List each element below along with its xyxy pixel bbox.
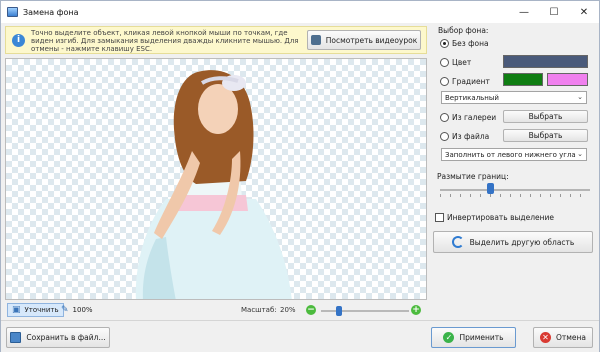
option-file[interactable]: Из файла — [440, 130, 489, 142]
radio-file[interactable] — [440, 131, 449, 141]
apply-label: Применить — [459, 333, 504, 342]
gradient-color-2[interactable] — [547, 73, 588, 86]
zoom-out-button[interactable]: − — [306, 305, 316, 315]
option-color[interactable]: Цвет — [440, 56, 471, 68]
face — [198, 84, 238, 134]
gradient-direction-value: Вертикальный — [445, 93, 499, 102]
save-to-file-button[interactable]: Сохранить в файл... — [6, 327, 110, 348]
dialog-footer: Сохранить в файл... ✓ Применить ✕ Отмена — [1, 320, 599, 352]
brush-icon: ▣ — [12, 305, 21, 315]
watch-video-label: Посмотреть видеоурок — [325, 35, 418, 45]
pencil-icon: ✎ — [61, 305, 69, 315]
image-canvas[interactable] — [5, 58, 427, 300]
cancel-label: Отмена — [555, 333, 587, 342]
pink-sash — [178, 195, 248, 211]
checkmark-icon: ✓ — [443, 332, 455, 343]
option-gradient[interactable]: Градиент — [440, 75, 490, 87]
background-heading: Выбор фона: — [438, 26, 489, 35]
feather-value: 100% — [72, 306, 93, 314]
option-no-background-label: Без фона — [452, 38, 489, 48]
refresh-icon — [451, 236, 464, 248]
refine-label: Уточнить — [24, 306, 59, 314]
gradient-direction-select[interactable]: Вертикальный ⌄ — [441, 91, 587, 104]
info-icon: i — [12, 34, 25, 47]
background-replace-dialog: Замена фона — ☐ ✕ i Точно выделите объек… — [0, 0, 600, 352]
floppy-disk-icon — [10, 332, 22, 343]
radio-color[interactable] — [440, 57, 449, 67]
background-settings-panel: Выбор фона: Без фона Цвет Градиент Верти… — [432, 19, 599, 319]
zoom-slider-track[interactable] — [321, 310, 409, 312]
chevron-down-icon: ⌄ — [577, 93, 583, 101]
girl-photo — [135, 70, 292, 299]
info-text: Точно выделите объект, кликая левой кноп… — [31, 29, 299, 54]
zoom-in-button[interactable]: + — [411, 305, 421, 315]
select-other-area-button[interactable]: Выделить другую область — [433, 231, 593, 253]
info-bar: i Точно выделите объект, кликая левой кн… — [5, 26, 427, 54]
app-icon — [7, 7, 18, 17]
zoom-slider-thumb[interactable] — [336, 306, 342, 316]
gradient-color-1[interactable] — [503, 73, 543, 86]
window-title: Замена фона — [23, 7, 79, 17]
apply-button[interactable]: ✓ Применить — [431, 327, 516, 348]
gallery-choose-button[interactable]: Выбрать — [503, 110, 588, 123]
fill-mode-value: Заполнить от левого нижнего угла — [445, 150, 576, 159]
option-gradient-label: Градиент — [452, 76, 490, 86]
save-to-file-label: Сохранить в файл... — [26, 333, 106, 342]
edge-blur-slider-thumb[interactable] — [487, 183, 494, 194]
option-gallery[interactable]: Из галереи — [440, 111, 496, 123]
select-other-area-label: Выделить другую область — [469, 237, 575, 247]
zoom-label: Масштаб: — [241, 306, 277, 314]
watch-video-button[interactable]: Посмотреть видеоурок — [307, 30, 421, 50]
webcam-icon — [310, 35, 321, 45]
zoom-value: 20% — [280, 306, 296, 314]
refine-tool-button[interactable]: ▣ Уточнить — [7, 303, 64, 317]
edge-blur-label: Размытие границ: — [437, 172, 509, 181]
edge-blur-slider-ticks — [440, 194, 590, 197]
option-file-label: Из файла — [452, 131, 490, 141]
chevron-down-icon: ⌄ — [577, 150, 583, 158]
radio-gallery[interactable] — [440, 112, 449, 122]
cancel-icon: ✕ — [539, 332, 551, 343]
edge-blur-slider-track[interactable] — [440, 189, 590, 191]
invert-selection-checkbox[interactable] — [435, 213, 444, 222]
feather-tool-button[interactable]: ✎ 100% — [61, 303, 93, 317]
file-choose-button[interactable]: Выбрать — [503, 129, 588, 142]
radio-gradient[interactable] — [440, 76, 449, 86]
color-swatch[interactable] — [503, 55, 588, 68]
cancel-button[interactable]: ✕ Отмена — [533, 327, 593, 348]
invert-selection-row[interactable]: Инвертировать выделение — [435, 213, 554, 222]
fill-mode-select[interactable]: Заполнить от левого нижнего угла ⌄ — [441, 148, 587, 161]
option-no-background[interactable]: Без фона — [440, 37, 489, 49]
radio-no-background[interactable] — [440, 38, 449, 48]
option-gallery-label: Из галереи — [452, 112, 497, 122]
invert-selection-label: Инвертировать выделение — [447, 213, 555, 222]
canvas-toolbar: ▣ Уточнить ✎ 100% Масштаб: 20% − + — [5, 301, 427, 319]
option-color-label: Цвет — [452, 57, 472, 67]
